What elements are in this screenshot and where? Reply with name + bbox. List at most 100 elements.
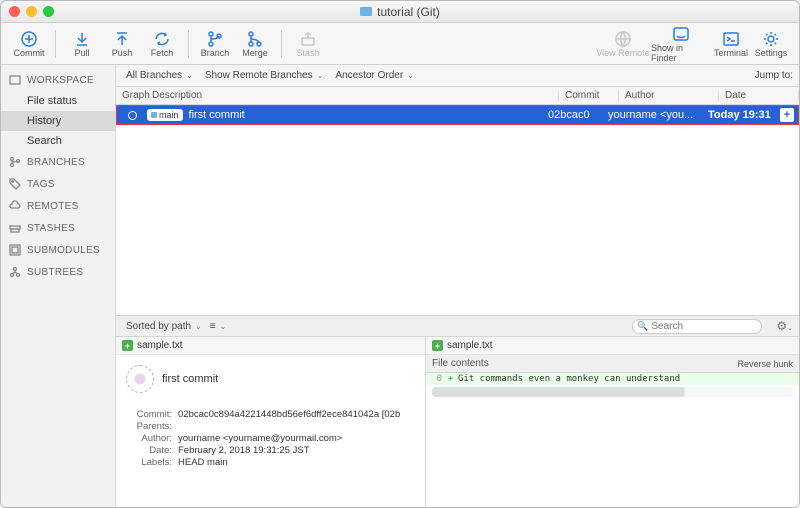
reverse-hunk-button[interactable]: Reverse hunk: [737, 359, 793, 369]
pull-icon: [73, 30, 91, 48]
chevron-down-icon: ⌄: [186, 71, 193, 80]
chevron-down-icon: ⌄: [220, 322, 227, 331]
merge-button[interactable]: Merge: [235, 24, 275, 64]
search-input[interactable]: [632, 319, 762, 334]
app-window: tutorial (Git) Commit Pull Push Fetch Br…: [0, 0, 800, 508]
chevron-down-icon: ⌄: [317, 71, 324, 80]
workspace-icon: [9, 74, 21, 86]
label-labels: Labels:: [126, 457, 172, 468]
merge-icon: [246, 30, 264, 48]
sort-dropdown[interactable]: Sorted by path⌄: [122, 321, 206, 332]
sidebar-section-workspace[interactable]: WORKSPACE: [1, 69, 115, 91]
finder-icon: [672, 25, 690, 43]
commit-message: first commit: [189, 109, 245, 121]
value-labels: HEAD main: [178, 457, 415, 468]
view-remote-button[interactable]: View Remote: [595, 24, 651, 64]
col-graph[interactable]: Graph: [116, 90, 146, 101]
added-icon: +: [122, 340, 133, 351]
sidebar-item-search[interactable]: Search: [1, 131, 115, 151]
zoom-icon[interactable]: [43, 6, 54, 17]
show-in-finder-button[interactable]: Show in Finder: [651, 24, 711, 64]
sidebar-section-subtrees[interactable]: SUBTREES: [1, 261, 115, 283]
branch-dot-icon: [151, 112, 157, 118]
window-title: tutorial (Git): [360, 5, 440, 19]
push-button[interactable]: Push: [102, 24, 142, 64]
view-mode-dropdown[interactable]: ≡⌄: [206, 321, 231, 332]
commit-row[interactable]: main first commit 02bcac0 yourname <you.…: [116, 105, 799, 125]
line-number: 0: [430, 374, 448, 384]
scrollbar[interactable]: [432, 387, 793, 397]
value-commit: 02bcac0c894a4221448bd56ef6dff2ece841042a…: [178, 409, 415, 420]
settings-button[interactable]: Settings: [751, 24, 791, 64]
cloud-icon: [9, 200, 21, 212]
stash-button[interactable]: Stash: [288, 24, 328, 64]
filter-all-branches[interactable]: All Branches⌄: [122, 70, 197, 81]
minimize-icon[interactable]: [26, 6, 37, 17]
traffic-lights: [9, 6, 54, 17]
history-columns: Graph Description Commit Author Date: [116, 87, 799, 105]
terminal-icon: [722, 30, 740, 48]
diff-file-name: sample.txt: [447, 340, 493, 351]
gear-icon[interactable]: ⚙⌄: [776, 319, 793, 333]
diff-content: Git commands even a monkey can understan…: [458, 374, 680, 384]
label-date: Date:: [126, 445, 172, 456]
stash-icon: [299, 30, 317, 48]
label-commit: Commit:: [126, 409, 172, 420]
sidebar-section-submodules[interactable]: SUBMODULES: [1, 239, 115, 261]
sidebar-section-remotes[interactable]: REMOTES: [1, 195, 115, 217]
plus-icon: +: [448, 374, 458, 384]
commit-icon: [20, 30, 38, 48]
label-author: Author:: [126, 433, 172, 444]
value-date: February 2, 2018 19:31:25 JST: [178, 445, 415, 456]
detail-panes: + sample.txt first commit Commit: 02bcac0…: [116, 337, 799, 507]
branch-button[interactable]: Branch: [195, 24, 235, 64]
col-description[interactable]: Description: [146, 90, 559, 101]
submodule-icon: [9, 244, 21, 256]
commit-date: Today 19:31: [708, 109, 780, 121]
sidebar-section-stashes[interactable]: STASHES: [1, 217, 115, 239]
close-icon[interactable]: [9, 6, 20, 17]
diff-pane: + sample.txt File contents Reverse hunk …: [426, 337, 799, 507]
pull-button[interactable]: Pull: [62, 24, 102, 64]
fetch-icon: [153, 30, 171, 48]
diff-line: 0 + Git commands even a monkey can under…: [426, 373, 799, 385]
graph-node: [117, 111, 147, 120]
commit-details: first commit Commit: 02bcac0c894a4221448b…: [116, 355, 425, 507]
search-icon: 🔍: [637, 321, 648, 332]
col-author[interactable]: Author: [619, 90, 719, 101]
file-list-item[interactable]: + sample.txt: [116, 337, 425, 355]
sidebar-section-branches[interactable]: BRANCHES: [1, 151, 115, 173]
toolbar: Commit Pull Push Fetch Branch Merge Stas…: [1, 23, 799, 65]
branch-icon: [9, 156, 21, 168]
diff-file-header[interactable]: + sample.txt: [426, 337, 799, 355]
diff-header-label: File contents: [432, 358, 489, 369]
separator: [188, 30, 189, 58]
sidebar-item-file-status[interactable]: File status: [1, 91, 115, 111]
added-icon: +: [432, 340, 443, 351]
history-empty-area: [116, 125, 799, 315]
commit-hash: 02bcac0: [548, 109, 608, 121]
col-commit[interactable]: Commit: [559, 90, 619, 101]
value-author: yourname <yourname@yourmail.com>: [178, 433, 415, 444]
titlebar: tutorial (Git): [1, 1, 799, 23]
branch-tag[interactable]: main: [147, 109, 183, 121]
terminal-button[interactable]: Terminal: [711, 24, 751, 64]
sidebar-item-history[interactable]: History: [1, 111, 115, 131]
list-icon: ≡: [210, 321, 216, 332]
search-wrap: 🔍: [632, 319, 762, 334]
detail-commit-message: first commit: [162, 373, 218, 385]
fetch-button[interactable]: Fetch: [142, 24, 182, 64]
expand-button[interactable]: +: [780, 108, 794, 122]
file-name: sample.txt: [137, 340, 183, 351]
jump-to-label: Jump to:: [755, 70, 793, 81]
filter-ancestor[interactable]: Ancestor Order⌄: [331, 70, 418, 81]
commit-button[interactable]: Commit: [9, 24, 49, 64]
col-date[interactable]: Date: [719, 90, 799, 101]
separator: [55, 30, 56, 58]
sidebar-section-tags[interactable]: TAGS: [1, 173, 115, 195]
filter-show-remote[interactable]: Show Remote Branches⌄: [201, 70, 328, 81]
tag-icon: [9, 178, 21, 190]
diff-hunk-header: File contents Reverse hunk: [426, 355, 799, 373]
window-title-text: tutorial (Git): [377, 5, 440, 19]
subtree-icon: [9, 266, 21, 278]
